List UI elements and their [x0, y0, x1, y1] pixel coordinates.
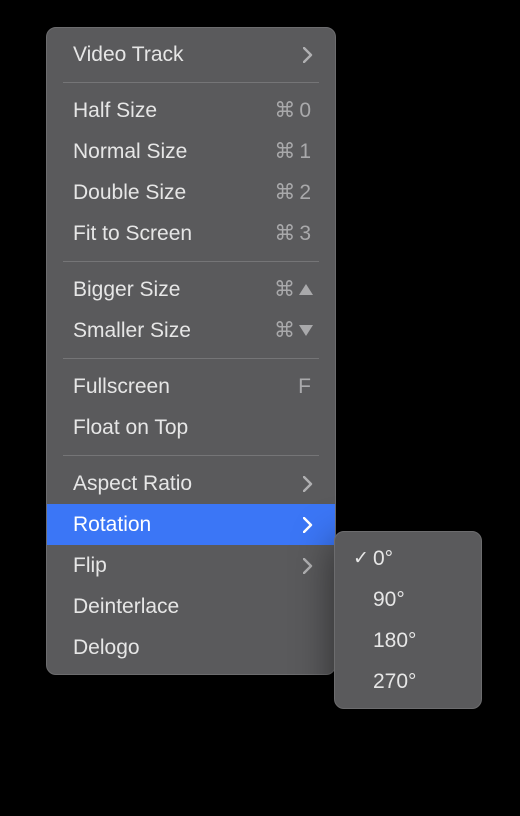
menu-label: Delogo — [73, 636, 313, 660]
chevron-right-icon — [303, 517, 313, 533]
menu-item-double-size[interactable]: Double Size ⌘ 2 — [47, 172, 335, 213]
rotation-option-0[interactable]: ✓ 0° — [335, 538, 481, 579]
menu-item-fit-to-screen[interactable]: Fit to Screen ⌘ 3 — [47, 213, 335, 254]
menu-label: Rotation — [73, 513, 303, 537]
menu-item-deinterlace[interactable]: Deinterlace — [47, 586, 335, 627]
shortcut-modifier: ⌘ — [274, 277, 297, 302]
menu-item-bigger-size[interactable]: Bigger Size ⌘ — [47, 269, 335, 310]
menu-label: Half Size — [73, 99, 274, 123]
menu-label: Double Size — [73, 181, 274, 205]
menu-separator — [63, 455, 319, 456]
shortcut-modifier: ⌘ — [274, 98, 297, 123]
rotation-option-90[interactable]: 90° — [335, 579, 481, 620]
menu-label: Video Track — [73, 43, 303, 67]
menu-shortcut: ⌘ — [274, 318, 313, 343]
triangle-up-icon — [299, 284, 313, 295]
rotation-option-270[interactable]: 270° — [335, 661, 481, 702]
shortcut-key: F — [298, 375, 313, 399]
menu-item-delogo[interactable]: Delogo — [47, 627, 335, 668]
menu-shortcut: ⌘ 2 — [274, 180, 313, 205]
menu-label: Fullscreen — [73, 375, 298, 399]
shortcut-modifier: ⌘ — [274, 139, 297, 164]
menu-label: Float on Top — [73, 416, 313, 440]
menu-label: Flip — [73, 554, 303, 578]
menu-shortcut: ⌘ 1 — [274, 139, 313, 164]
menu-label: Fit to Screen — [73, 222, 274, 246]
rotation-label: 90° — [373, 588, 459, 612]
menu-label: Aspect Ratio — [73, 472, 303, 496]
menu-separator — [63, 358, 319, 359]
menu-item-flip[interactable]: Flip — [47, 545, 335, 586]
menu-label: Deinterlace — [73, 595, 313, 619]
rotation-label: 0° — [373, 547, 459, 571]
shortcut-key: 3 — [299, 222, 313, 246]
menu-item-video-track[interactable]: Video Track — [47, 34, 335, 75]
chevron-right-icon — [303, 476, 313, 492]
menu-label: Bigger Size — [73, 278, 274, 302]
menu-item-fullscreen[interactable]: Fullscreen F — [47, 366, 335, 407]
menu-separator — [63, 82, 319, 83]
shortcut-key: 1 — [299, 140, 313, 164]
chevron-right-icon — [303, 47, 313, 63]
triangle-down-icon — [299, 325, 313, 336]
menu-item-half-size[interactable]: Half Size ⌘ 0 — [47, 90, 335, 131]
menu-shortcut: F — [298, 375, 313, 399]
menu-shortcut: ⌘ — [274, 277, 313, 302]
menu-separator — [63, 261, 319, 262]
rotation-option-180[interactable]: 180° — [335, 620, 481, 661]
rotation-label: 180° — [373, 629, 459, 653]
shortcut-modifier: ⌘ — [274, 318, 297, 343]
rotation-label: 270° — [373, 670, 459, 694]
shortcut-modifier: ⌘ — [274, 180, 297, 205]
menu-item-smaller-size[interactable]: Smaller Size ⌘ — [47, 310, 335, 351]
menu-shortcut: ⌘ 3 — [274, 221, 313, 246]
checkmark-icon: ✓ — [349, 547, 373, 570]
rotation-submenu: ✓ 0° 90° 180° 270° — [334, 531, 482, 709]
shortcut-key: 0 — [299, 99, 313, 123]
video-context-menu: Video Track Half Size ⌘ 0 Normal Size ⌘ … — [46, 27, 336, 675]
menu-item-rotation[interactable]: Rotation — [47, 504, 335, 545]
shortcut-modifier: ⌘ — [274, 221, 297, 246]
shortcut-key: 2 — [299, 181, 313, 205]
menu-item-float-on-top[interactable]: Float on Top — [47, 407, 335, 448]
menu-label: Smaller Size — [73, 319, 274, 343]
menu-shortcut: ⌘ 0 — [274, 98, 313, 123]
chevron-right-icon — [303, 558, 313, 574]
menu-item-normal-size[interactable]: Normal Size ⌘ 1 — [47, 131, 335, 172]
menu-label: Normal Size — [73, 140, 274, 164]
menu-item-aspect-ratio[interactable]: Aspect Ratio — [47, 463, 335, 504]
